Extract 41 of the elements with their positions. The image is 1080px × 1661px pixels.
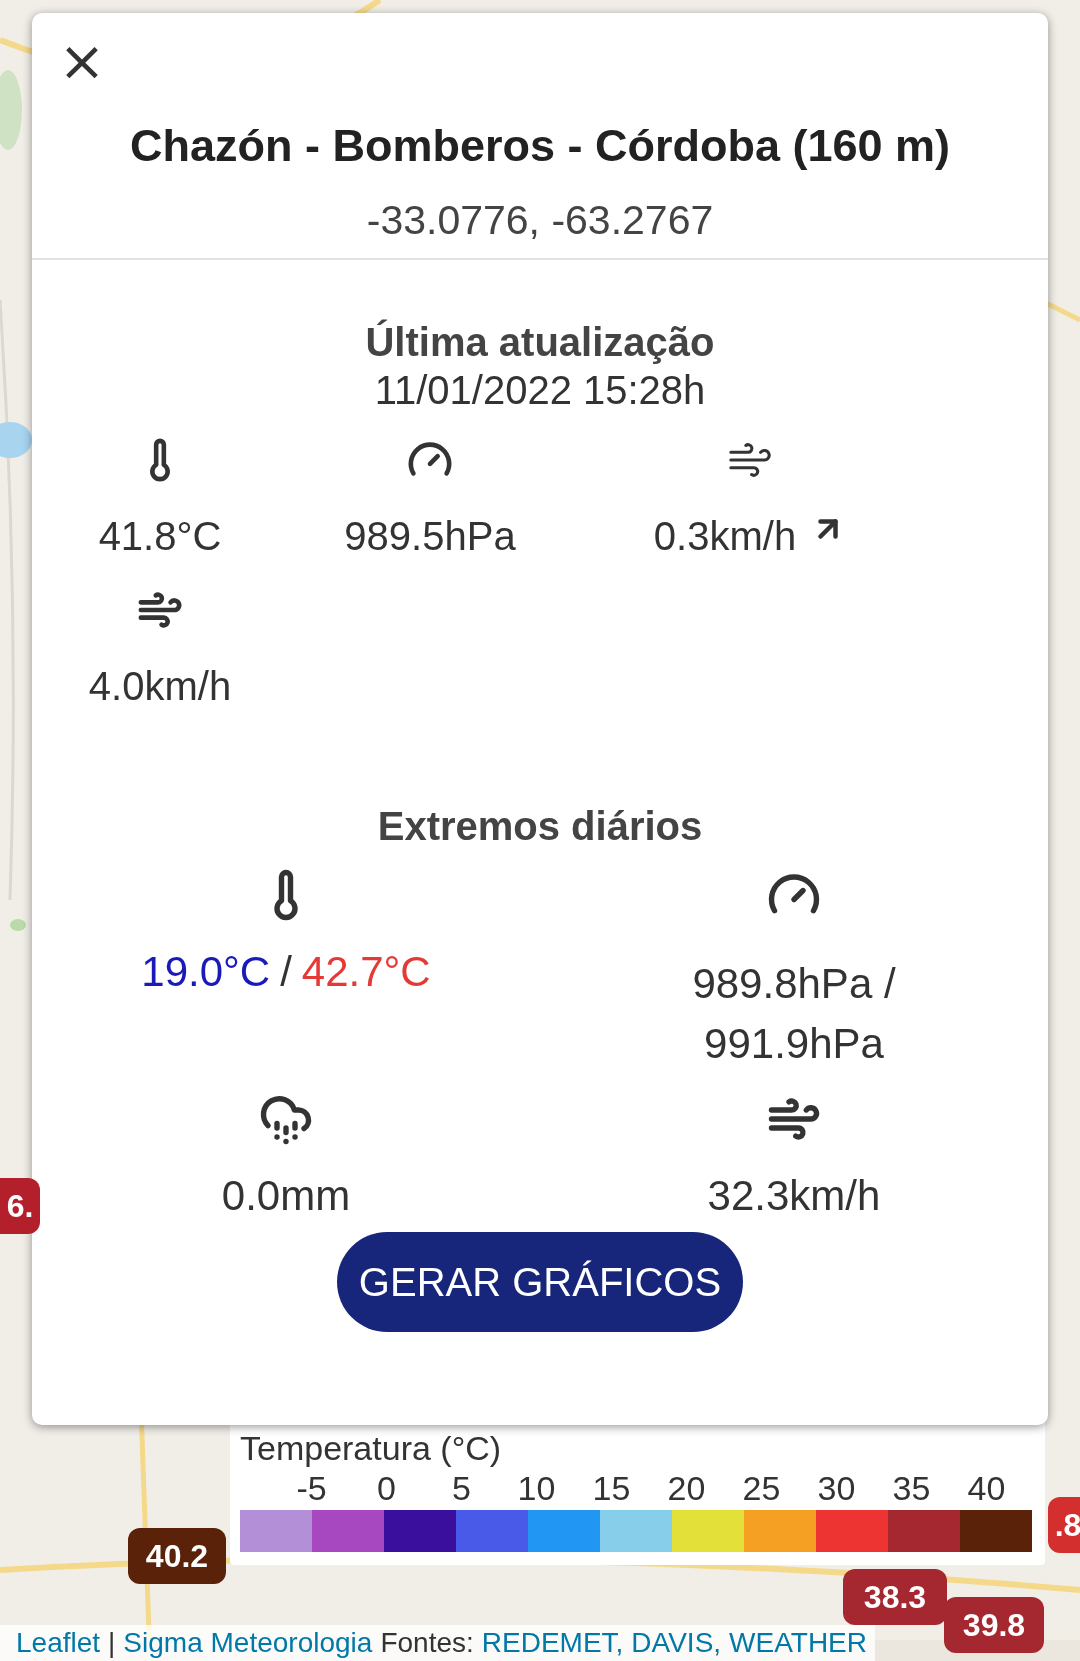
legend-tick: 5 xyxy=(451,1468,472,1508)
legend-title: Temperatura (°C) xyxy=(240,1428,503,1468)
reading-value: 0.3km/h xyxy=(653,513,797,560)
temperature-marker[interactable]: 6. xyxy=(0,1178,40,1234)
attribution-text: | xyxy=(108,1626,116,1660)
max-gust: 32.3km/h xyxy=(707,1172,881,1220)
separator: / xyxy=(280,948,292,996)
close-button[interactable]: × xyxy=(60,39,104,83)
temperature-marker[interactable]: 39.8 xyxy=(944,1597,1044,1653)
legend-tick: 20 xyxy=(666,1468,707,1508)
station-title: Chazón - Bomberos - Córdoba (160 m) xyxy=(128,119,952,173)
temperature-marker[interactable]: 40.2 xyxy=(128,1528,226,1584)
generate-charts-button[interactable]: GERAR GRÁFICOS xyxy=(337,1232,743,1332)
reading-value: 41.8°C xyxy=(98,513,222,560)
attribution-link[interactable]: REDEMET, xyxy=(481,1626,624,1660)
update-timestamp: 11/01/2022 15:28h xyxy=(373,367,707,414)
legend-tick: 35 xyxy=(891,1468,932,1508)
station-coordinates: -33.0776, -63.2767 xyxy=(365,196,715,244)
attribution-link[interactable]: WEATHER xyxy=(729,1626,867,1660)
legend-tick: 25 xyxy=(741,1468,782,1508)
legend-tick: 30 xyxy=(816,1468,857,1508)
pressure-extremes: 991.9hPa xyxy=(704,1019,884,1069)
attribution-link[interactable]: DAVIS, xyxy=(631,1626,722,1660)
legend-tick: 0 xyxy=(376,1468,397,1508)
attribution-link[interactable]: Leaflet xyxy=(16,1626,101,1660)
pressure-extremes: 989.8hPa / xyxy=(692,959,896,1009)
temperature-marker[interactable]: .8 xyxy=(1048,1497,1080,1553)
legend-tick: 10 xyxy=(516,1468,557,1508)
legend-tick: 15 xyxy=(591,1468,632,1508)
section-heading: Extremos diários xyxy=(376,803,704,850)
attribution-link[interactable]: Sigma Meteorologia xyxy=(123,1626,373,1660)
attribution-text: Fontes: xyxy=(380,1626,474,1660)
legend-tick: 40 xyxy=(966,1468,1007,1508)
reading-value: 989.5hPa xyxy=(344,513,516,560)
section-heading: Última atualização xyxy=(364,318,716,366)
legend-tick: -5 xyxy=(295,1468,328,1508)
max-temperature: 42.7°C xyxy=(301,948,431,996)
rain-total: 0.0mm xyxy=(221,1172,351,1220)
min-temperature: 19.0°C xyxy=(141,948,271,996)
reading-value: 4.0km/h xyxy=(88,663,232,710)
temperature-marker[interactable]: 38.3 xyxy=(843,1569,947,1625)
